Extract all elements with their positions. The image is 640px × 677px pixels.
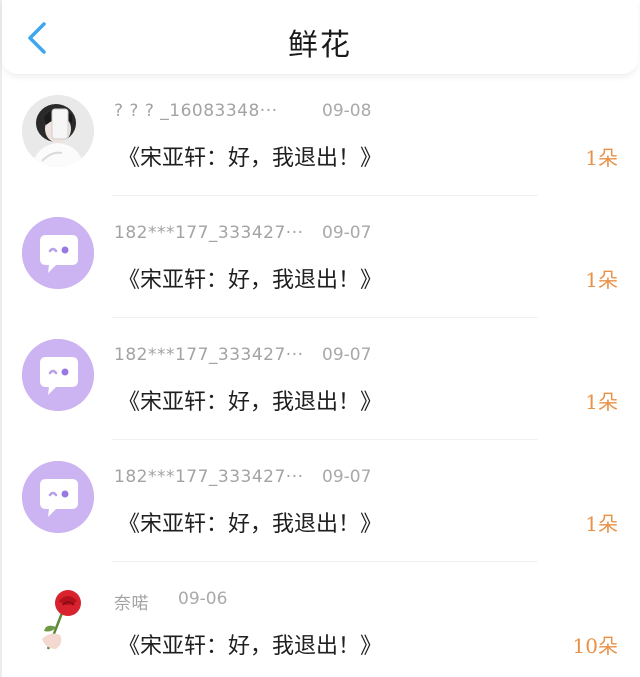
work-title[interactable]: 《宋亚轩：好，我退出！》 xyxy=(118,506,382,538)
list-item[interactable]: 182***177_333427··· 09-07 《宋亚轩：好，我退出！》 1… xyxy=(0,196,640,318)
sent-date: 09-07 xyxy=(322,467,372,487)
flowers-page: 鲜花 ? ? ? _16083348··· 09-08 《宋亚轩：好，我退出！》… xyxy=(0,0,640,677)
avatar[interactable] xyxy=(22,583,94,655)
avatar[interactable] xyxy=(22,339,94,411)
flower-count: 1朵 xyxy=(585,268,618,292)
sender-name: 182***177_333427··· xyxy=(114,345,304,365)
sender-name: 182***177_333427··· xyxy=(114,223,304,243)
work-title[interactable]: 《宋亚轩：好，我退出！》 xyxy=(118,384,382,416)
flower-count: 10朵 xyxy=(572,634,618,658)
sender-name: 182***177_333427··· xyxy=(114,467,304,487)
work-title[interactable]: 《宋亚轩：好，我退出！》 xyxy=(118,140,382,172)
flower-count: 1朵 xyxy=(585,146,618,170)
sender-name: ? ? ? _16083348··· xyxy=(114,101,278,121)
photo-avatar-icon xyxy=(22,95,94,167)
sent-date: 09-06 xyxy=(178,589,228,609)
avatar[interactable] xyxy=(22,95,94,167)
sent-date: 09-08 xyxy=(322,101,372,121)
list-item[interactable]: 奈喏 09-06 《宋亚轩：好，我退出！》 10朵 xyxy=(0,562,640,677)
top-bar: 鲜花 xyxy=(2,0,638,75)
list-item[interactable]: ? ? ? _16083348··· 09-08 《宋亚轩：好，我退出！》 1朵 xyxy=(0,74,640,196)
chat-bubble-avatar-icon xyxy=(22,339,94,411)
chat-bubble-avatar-icon xyxy=(22,217,94,289)
list-item[interactable]: 182***177_333427··· 09-07 《宋亚轩：好，我退出！》 1… xyxy=(0,440,640,562)
avatar[interactable] xyxy=(22,461,94,533)
rose-avatar-icon xyxy=(22,583,94,655)
sent-date: 09-07 xyxy=(322,223,372,243)
chat-bubble-avatar-icon xyxy=(22,461,94,533)
work-title[interactable]: 《宋亚轩：好，我退出！》 xyxy=(118,262,382,294)
flower-count: 1朵 xyxy=(585,390,618,414)
page-title: 鲜花 xyxy=(288,28,352,63)
sent-date: 09-07 xyxy=(322,345,372,365)
flower-gift-list: ? ? ? _16083348··· 09-08 《宋亚轩：好，我退出！》 1朵… xyxy=(0,74,640,677)
sender-name: 奈喏 xyxy=(114,594,149,614)
list-item[interactable]: 182***177_333427··· 09-07 《宋亚轩：好，我退出！》 1… xyxy=(0,318,640,440)
flower-count: 1朵 xyxy=(585,512,618,536)
avatar[interactable] xyxy=(22,217,94,289)
work-title[interactable]: 《宋亚轩：好，我退出！》 xyxy=(118,628,382,660)
